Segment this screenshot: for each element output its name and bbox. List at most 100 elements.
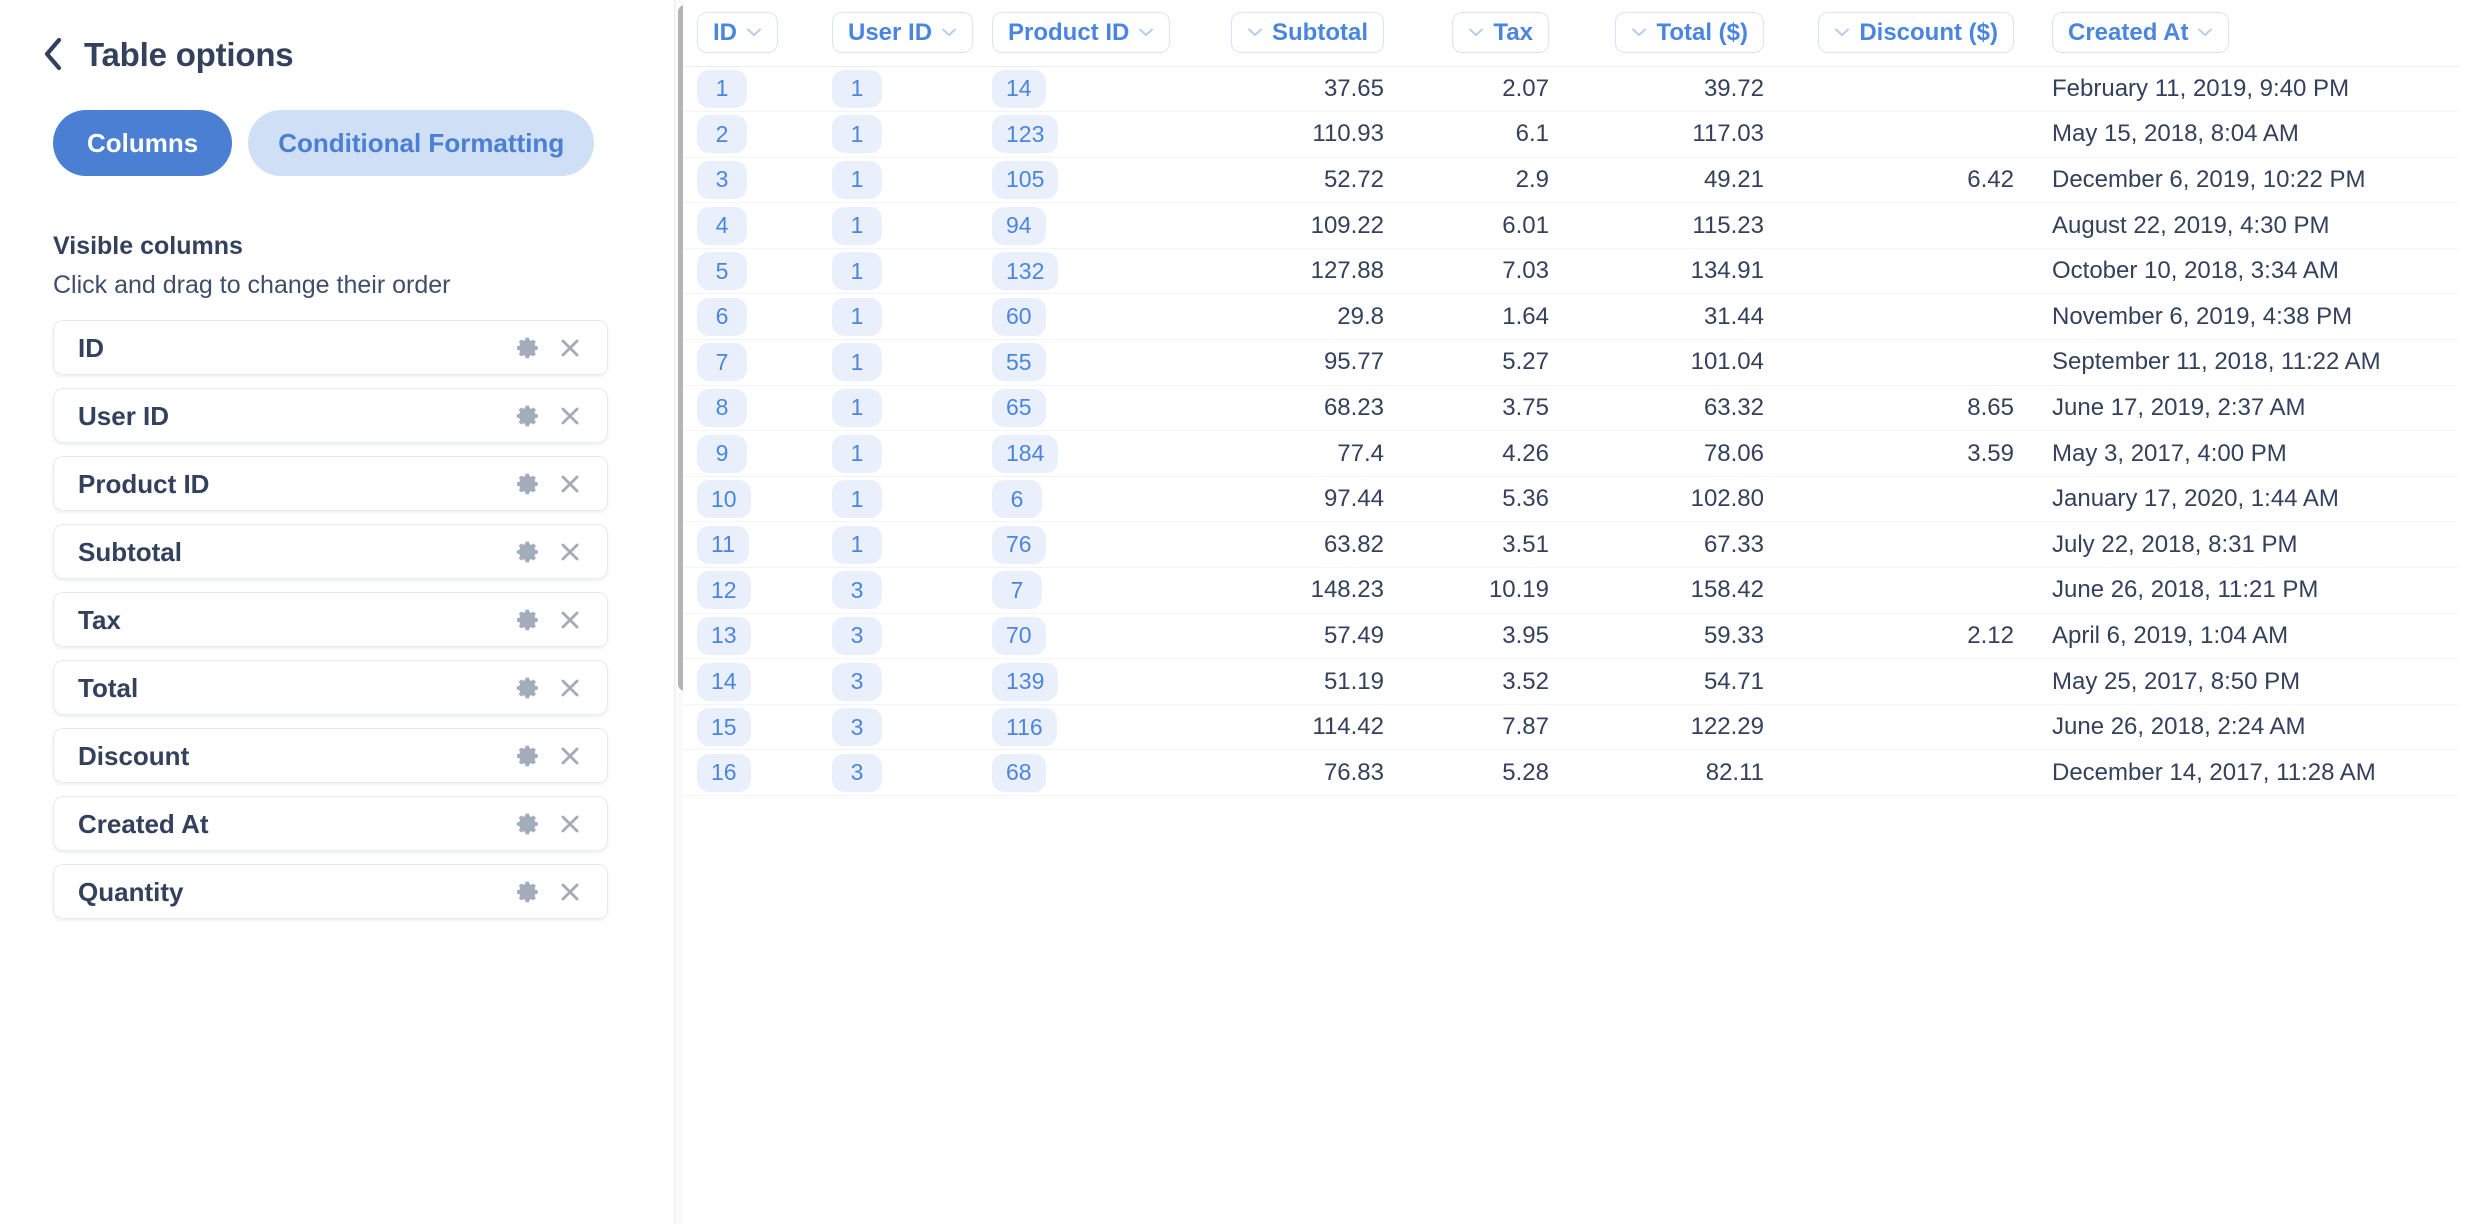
id-pill[interactable]: 3 (832, 571, 882, 610)
id-pill[interactable]: 1 (832, 525, 882, 564)
table-row[interactable]: 10 1 6 97.44 5.36 102.80 January 17, 2020, 1:4… (683, 476, 2459, 523)
table-row[interactable]: 15 3 116 114.42 7.87 122.29 June 26, 2018, 2:2… (683, 704, 2459, 751)
column-header-pill-product-id[interactable]: Product ID (992, 12, 1171, 54)
id-pill[interactable]: 184 (992, 434, 1059, 473)
id-pill[interactable]: 9 (697, 434, 747, 473)
table-row[interactable]: 2 1 123 110.93 6.1 117.03 May 15, 2018, 8:04 A… (683, 111, 2459, 158)
id-pill[interactable]: 123 (992, 115, 1059, 154)
id-pill[interactable]: 3 (832, 662, 882, 701)
chevron-down-icon[interactable] (1834, 25, 1850, 41)
id-pill[interactable]: 10 (697, 480, 751, 519)
close-icon[interactable] (555, 537, 585, 567)
id-pill[interactable]: 14 (992, 69, 1046, 108)
id-pill[interactable]: 15 (697, 708, 751, 747)
column-header-pill-id[interactable]: ID (697, 12, 778, 54)
id-pill[interactable]: 3 (832, 708, 882, 747)
id-pill[interactable]: 3 (697, 160, 747, 199)
id-pill[interactable]: 55 (992, 343, 1046, 382)
gear-icon[interactable] (513, 877, 543, 907)
id-pill[interactable]: 13 (697, 616, 751, 655)
column-list-item[interactable]: ID (53, 320, 608, 375)
table-row[interactable]: 6 1 60 29.8 1.64 31.44 November 6, 2019, 4:38 … (683, 293, 2459, 341)
column-list-item[interactable]: Quantity (53, 864, 608, 919)
chevron-down-icon[interactable] (941, 25, 957, 41)
column-list-item[interactable]: User ID (53, 388, 608, 443)
id-pill[interactable]: 105 (992, 160, 1059, 199)
id-pill[interactable]: 1 (832, 480, 882, 519)
id-pill[interactable]: 11 (697, 525, 749, 564)
vertical-scrollbar-track[interactable] (674, 0, 683, 1224)
close-icon[interactable] (555, 741, 585, 771)
column-header-pill-created-at[interactable]: Created At (2052, 12, 2230, 54)
id-pill[interactable]: 76 (992, 525, 1046, 564)
column-list-item[interactable]: Tax (53, 592, 608, 647)
gear-icon[interactable] (513, 809, 543, 839)
gear-icon[interactable] (513, 333, 543, 363)
id-pill[interactable]: 1 (832, 434, 882, 473)
id-pill[interactable]: 1 (832, 160, 882, 199)
chevron-down-icon[interactable] (1138, 25, 1154, 41)
tab-columns[interactable]: Columns (53, 110, 233, 176)
id-pill[interactable]: 1 (832, 343, 882, 382)
gear-icon[interactable] (513, 605, 543, 635)
close-icon[interactable] (555, 809, 585, 839)
close-icon[interactable] (555, 605, 585, 635)
id-pill[interactable]: 1 (832, 297, 882, 336)
chevron-left-icon[interactable] (40, 36, 66, 72)
column-list-item[interactable]: Total (53, 660, 608, 715)
id-pill[interactable]: 16 (697, 753, 751, 792)
chevron-down-icon[interactable] (2197, 25, 2213, 41)
column-header-pill-subtotal[interactable]: Subtotal (1231, 12, 1384, 54)
gear-icon[interactable] (513, 537, 543, 567)
id-pill[interactable]: 8 (697, 388, 747, 427)
table-row[interactable]: 3 1 105 52.72 2.9 49.21 6.42 December 6, 2019, … (683, 157, 2459, 204)
chevron-down-icon[interactable] (1468, 25, 1484, 41)
id-pill[interactable]: 4 (697, 206, 747, 245)
column-header-pill-discount[interactable]: Discount ($) (1818, 12, 2014, 54)
id-pill[interactable]: 60 (992, 297, 1046, 336)
id-pill[interactable]: 1 (697, 69, 747, 108)
table-row[interactable]: 12 3 7 148.23 10.19 158.42 June 26, 2018, 11:2… (683, 567, 2459, 614)
close-icon[interactable] (555, 877, 585, 907)
id-pill[interactable]: 12 (697, 571, 751, 610)
close-icon[interactable] (555, 333, 585, 363)
column-header-pill-user-id[interactable]: User ID (832, 12, 974, 54)
table-row[interactable]: 16 3 68 76.83 5.28 82.11 December 14, 2017, 11… (683, 749, 2459, 796)
gear-icon[interactable] (513, 741, 543, 771)
close-icon[interactable] (555, 673, 585, 703)
id-pill[interactable]: 1 (832, 252, 882, 291)
id-pill[interactable]: 6 (697, 297, 747, 336)
id-pill[interactable]: 6 (992, 480, 1042, 519)
table-row[interactable]: 13 3 70 57.49 3.95 59.33 2.12 April 6, 2019, 1:… (683, 613, 2459, 660)
id-pill[interactable]: 94 (992, 206, 1046, 245)
table-row[interactable]: 4 1 94 109.22 6.01 115.23 August 22, 2019, 4:3… (683, 202, 2459, 249)
id-pill[interactable]: 1 (832, 69, 882, 108)
column-list-item[interactable]: Created At (53, 796, 608, 851)
table-row[interactable]: 11 1 76 63.82 3.51 67.33 July 22, 2018, 8:31 P… (683, 521, 2459, 569)
id-pill[interactable]: 68 (992, 753, 1046, 792)
gear-icon[interactable] (513, 401, 543, 431)
id-pill[interactable]: 116 (992, 708, 1057, 747)
table-row[interactable]: 14 3 139 51.19 3.52 54.71 May 25, 2017, 8:50 P… (683, 658, 2459, 705)
table-row[interactable]: 5 1 132 127.88 7.03 134.91 October 10, 2018, 3… (683, 248, 2459, 295)
id-pill[interactable]: 65 (992, 388, 1046, 427)
id-pill[interactable]: 5 (697, 252, 747, 291)
id-pill[interactable]: 3 (832, 753, 882, 792)
table-row[interactable]: 7 1 55 95.77 5.27 101.04 September 11, 2018, 1… (683, 339, 2459, 386)
id-pill[interactable]: 1 (832, 388, 882, 427)
close-icon[interactable] (555, 401, 585, 431)
id-pill[interactable]: 14 (697, 662, 751, 701)
column-header-pill-total[interactable]: Total ($) (1615, 12, 1764, 54)
table-row[interactable]: 8 1 65 68.23 3.75 63.32 8.65 June 17, 2019, 2:3… (683, 385, 2459, 432)
column-list-item[interactable]: Discount (53, 728, 608, 783)
gear-icon[interactable] (513, 673, 543, 703)
id-pill[interactable]: 3 (832, 616, 882, 655)
id-pill[interactable]: 132 (992, 252, 1059, 291)
chevron-down-icon[interactable] (1631, 25, 1647, 41)
tab-conditional-formatting[interactable]: Conditional Formatting (248, 110, 595, 176)
id-pill[interactable]: 70 (992, 616, 1046, 655)
id-pill[interactable]: 7 (697, 343, 747, 382)
table-row[interactable]: 1 1 14 37.65 2.07 39.72 February 11, 2019, 9:4… (683, 66, 2459, 113)
chevron-down-icon[interactable] (746, 25, 762, 41)
column-list-item[interactable]: Subtotal (53, 524, 608, 579)
